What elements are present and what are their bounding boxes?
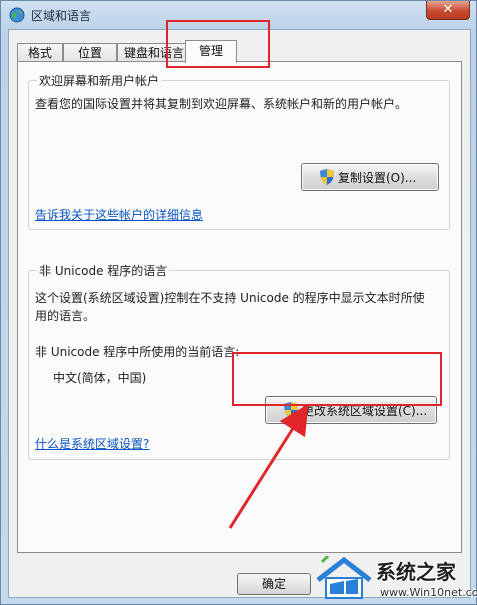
uac-shield-icon xyxy=(320,169,334,185)
house-logo-icon xyxy=(316,556,372,599)
current-language-label: 非 Unicode 程序中所使用的当前语言: xyxy=(35,345,240,359)
current-language-value: 中文(简体，中国) xyxy=(53,371,147,385)
dialog-body: 格式 位置 键盘和语言 管理 欢迎屏幕和新用户帐户 查看您的国际设置并将其复制到… xyxy=(8,29,471,598)
non-unicode-group-title: 非 Unicode 程序的语言 xyxy=(37,262,170,279)
accounts-info-link[interactable]: 告诉我关于这些帐户的详细信息 xyxy=(35,206,203,223)
administrative-panel: 欢迎屏幕和新用户帐户 查看您的国际设置并将其复制到欢迎屏幕、系统帐户和新的用户帐… xyxy=(17,61,462,553)
non-unicode-description-line2: 用的语言。 xyxy=(35,309,96,323)
welcome-group-title: 欢迎屏幕和新用户帐户 xyxy=(37,72,162,89)
copy-settings-button[interactable]: 复制设置(O)... xyxy=(301,163,439,191)
system-locale-help-link[interactable]: 什么是系统区域设置? xyxy=(35,435,149,452)
tab-administrative[interactable]: 管理 xyxy=(185,40,237,63)
tab-format[interactable]: 格式 xyxy=(17,43,63,62)
button-highlight-box xyxy=(232,352,442,406)
copy-settings-label: 复制设置(O)... xyxy=(338,171,417,185)
ok-button-label: 确定 xyxy=(261,577,286,591)
watermark: 系统之家 www.Win10net.com xyxy=(310,552,477,605)
non-unicode-description-line1: 这个设置(系统区域设置)控制在不支持 Unicode 的程序中显示文本时所使 xyxy=(35,291,425,305)
welcome-description: 查看您的国际设置并将其复制到欢迎屏幕、系统帐户和新的用户帐户。 xyxy=(35,97,408,111)
tab-label: 位置 xyxy=(77,46,102,60)
ok-button[interactable]: 确定 xyxy=(237,573,311,595)
welcome-group: 欢迎屏幕和新用户帐户 查看您的国际设置并将其复制到欢迎屏幕、系统帐户和新的用户帐… xyxy=(28,72,450,230)
watermark-brand: 系统之家 xyxy=(376,560,456,584)
region-language-window: 区域和语言 ✕ 格式 位置 键盘和语言 管理 欢迎屏幕和新用户帐户 查看您的国际… xyxy=(0,0,477,605)
globe-icon xyxy=(9,7,25,23)
watermark-site: www.Win10net.com xyxy=(380,586,477,599)
window-title: 区域和语言 xyxy=(31,9,92,23)
tab-label: 格式 xyxy=(27,46,52,60)
close-button[interactable]: ✕ xyxy=(426,1,470,20)
tab-label: 管理 xyxy=(198,44,223,58)
tab-location[interactable]: 位置 xyxy=(63,43,117,62)
close-icon: ✕ xyxy=(442,2,454,17)
